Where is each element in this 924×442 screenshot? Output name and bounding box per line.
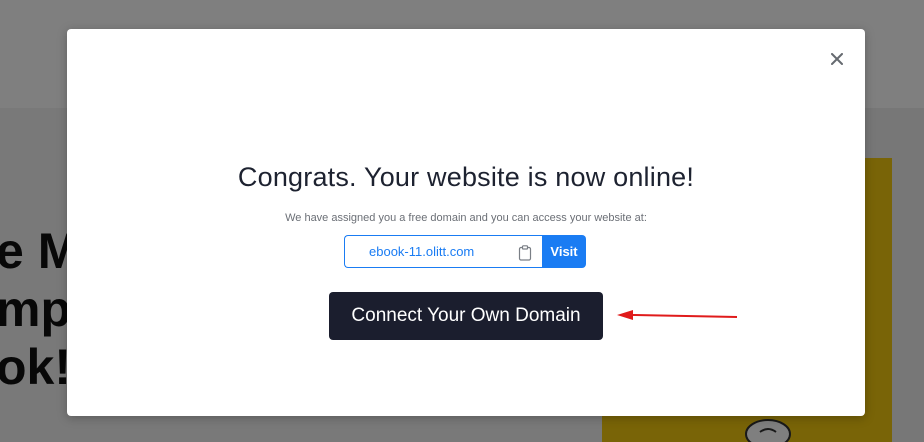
domain-input-group: ebook-11.olitt.com Visit [344,235,586,268]
close-button[interactable] [827,49,847,69]
visit-button[interactable]: Visit [542,235,586,268]
connect-domain-button[interactable]: Connect Your Own Domain [329,292,603,340]
modal-title: Congrats. Your website is now online! [237,162,695,192]
arrow-annotation [617,310,738,320]
close-icon [831,53,843,65]
domain-value: ebook-11.olitt.com [369,244,475,259]
clipboard-icon[interactable] [518,245,532,261]
domain-success-modal: Congrats. Your website is now online! We… [67,29,865,416]
modal-subtitle: We have assigned you a free domain and y… [285,212,647,224]
domain-field[interactable]: ebook-11.olitt.com [344,235,542,268]
